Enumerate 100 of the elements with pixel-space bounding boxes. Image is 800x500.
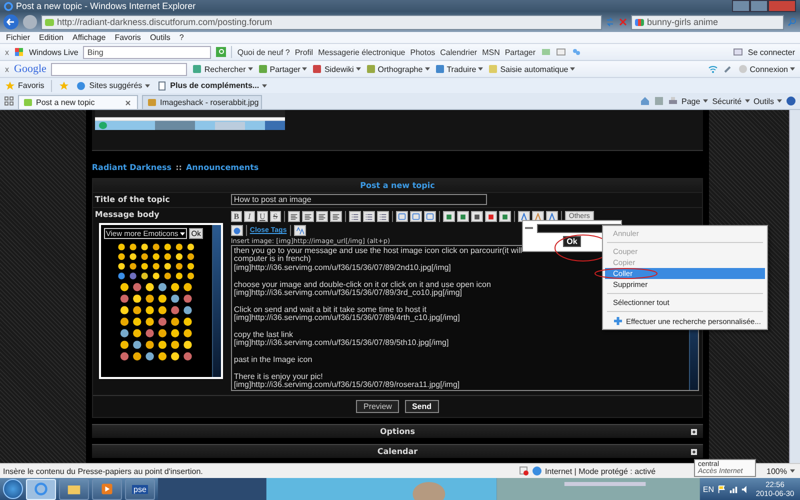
- grid-icon[interactable]: [4, 96, 14, 106]
- menu-item[interactable]: Favoris: [114, 33, 141, 42]
- minimize-button[interactable]: [732, 0, 750, 12]
- toolbar-link[interactable]: Messagerie électronique: [318, 48, 406, 56]
- favorites-link[interactable]: Plus de compléments...: [157, 80, 268, 90]
- format-button[interactable]: S: [270, 211, 281, 222]
- back-button[interactable]: [3, 14, 19, 30]
- toolbar-button[interactable]: [470, 211, 483, 222]
- menu-item[interactable]: Affichage: [72, 33, 106, 42]
- breadcrumb-link[interactable]: Announcements: [186, 163, 259, 172]
- toolbar-button[interactable]: [442, 211, 455, 222]
- start-button[interactable]: [3, 479, 23, 499]
- toolbar-button[interactable]: [456, 211, 469, 222]
- toolbar-button[interactable]: Partager: [258, 64, 308, 74]
- form-button[interactable]: Preview: [356, 400, 399, 413]
- search-icon[interactable]: [216, 47, 226, 57]
- expand-icon[interactable]: [691, 448, 698, 454]
- toolbar-button[interactable]: Rechercher: [192, 64, 253, 74]
- search-field[interactable]: [51, 62, 188, 76]
- maximize-button[interactable]: [750, 0, 768, 12]
- command-menu[interactable]: Sécurité: [712, 96, 750, 106]
- expand-icon[interactable]: [691, 428, 698, 434]
- format-button[interactable]: I: [244, 211, 255, 222]
- menu-item[interactable]: ?: [179, 33, 184, 42]
- command-menu[interactable]: Outils: [754, 96, 782, 106]
- form-button[interactable]: Send: [404, 400, 438, 413]
- menu-item[interactable]: Fichier: [6, 33, 30, 42]
- wrench-icon[interactable]: [722, 64, 733, 74]
- toolbar-button[interactable]: [316, 211, 328, 222]
- caret-icon: [356, 67, 361, 71]
- toolbar-button[interactable]: [302, 211, 314, 222]
- caret-icon: [424, 67, 430, 71]
- toolbar-button[interactable]: [484, 211, 497, 222]
- toolbar-close-button[interactable]: x: [5, 64, 9, 74]
- toolbar-button[interactable]: [294, 225, 306, 236]
- taskbar-button[interactable]: [92, 478, 122, 500]
- menu-item[interactable]: Outils: [150, 33, 170, 42]
- flag-icon[interactable]: [717, 484, 726, 494]
- browser-tab[interactable]: Post a new topic: [18, 95, 138, 109]
- toolbar-button[interactable]: [424, 211, 436, 222]
- scrollbar[interactable]: [212, 225, 221, 377]
- forward-button[interactable]: [22, 14, 38, 30]
- toolbar-link[interactable]: Calendrier: [440, 48, 478, 56]
- scrollbar[interactable]: [789, 110, 800, 463]
- toolbar-button[interactable]: [498, 211, 511, 222]
- ok-button[interactable]: Ok: [562, 236, 582, 247]
- toolbar-button[interactable]: [362, 211, 375, 222]
- signal-icon[interactable]: [708, 64, 718, 74]
- toolbar-button[interactable]: [348, 211, 361, 222]
- globe-icon: [232, 226, 241, 234]
- breadcrumb-link[interactable]: Radiant Darkness: [92, 163, 172, 172]
- section-bar[interactable]: Options: [92, 424, 704, 438]
- close-icon[interactable]: [123, 98, 133, 108]
- command-menu[interactable]: Page: [682, 96, 708, 106]
- menu-item[interactable]: Edition: [39, 33, 64, 42]
- taskbar-button[interactable]: [59, 478, 89, 500]
- browser-tab[interactable]: Imageshack - roserabbit.jpg: [142, 95, 262, 109]
- toolbar-button[interactable]: [330, 211, 342, 222]
- format-button[interactable]: U: [256, 211, 268, 222]
- toolbar-link[interactable]: MSN: [482, 48, 500, 56]
- address-field[interactable]: http://radiant-darkness.discutforum.com/posting.forum: [41, 14, 602, 30]
- toolbar-close-button[interactable]: x: [5, 48, 9, 56]
- toolbar-button[interactable]: Orthographe: [366, 64, 430, 74]
- toolbar-button[interactable]: Saisie automatique: [488, 64, 576, 74]
- caret-icon: [145, 84, 150, 88]
- sign-in-link[interactable]: Se connecter: [748, 48, 795, 56]
- favorites-button[interactable]: Favoris: [5, 80, 44, 90]
- caret-icon: [262, 84, 268, 88]
- toolbar-link[interactable]: Profil: [294, 48, 314, 56]
- printer-icon[interactable]: [668, 96, 678, 106]
- taskbar-button[interactable]: pse: [125, 478, 155, 500]
- toolbar-link[interactable]: Photos: [410, 48, 436, 56]
- justify-icon: [332, 212, 340, 220]
- toolbar-button[interactable]: [230, 225, 243, 236]
- language-indicator[interactable]: EN: [702, 484, 714, 494]
- toolbar-button[interactable]: [376, 211, 389, 222]
- format-button[interactable]: B: [230, 211, 242, 222]
- close-button[interactable]: [768, 0, 796, 12]
- toolbar-button[interactable]: [288, 211, 300, 222]
- search-field[interactable]: Bing: [83, 46, 212, 58]
- help-icon[interactable]: [786, 96, 796, 106]
- toolbar-button[interactable]: [396, 211, 408, 222]
- screen-icon[interactable]: [732, 47, 743, 57]
- title-field[interactable]: How to post an image: [230, 194, 487, 205]
- zoom-level[interactable]: 100%: [766, 466, 795, 476]
- toolbar-button[interactable]: Sidewiki: [312, 64, 361, 74]
- annotation-circle: [594, 268, 658, 279]
- toolbar-link[interactable]: Quoi de neuf ?: [237, 48, 290, 56]
- signal-icon[interactable]: [729, 484, 738, 494]
- globe-icon: [76, 80, 86, 90]
- sign-in-button[interactable]: Connexion: [738, 64, 795, 74]
- mail-icon[interactable]: [556, 47, 566, 57]
- section-bar[interactable]: Calendar: [92, 444, 704, 458]
- favorites-link[interactable]: Sites suggérés: [76, 80, 150, 90]
- circle-icon: [738, 64, 748, 74]
- toolbar-link[interactable]: Partager: [504, 48, 536, 56]
- toolbar-button[interactable]: [410, 211, 422, 222]
- toolbar-button[interactable]: Traduire: [434, 64, 484, 74]
- search-field[interactable]: bunny-girls anime: [631, 14, 784, 30]
- caret-icon: [703, 99, 708, 103]
